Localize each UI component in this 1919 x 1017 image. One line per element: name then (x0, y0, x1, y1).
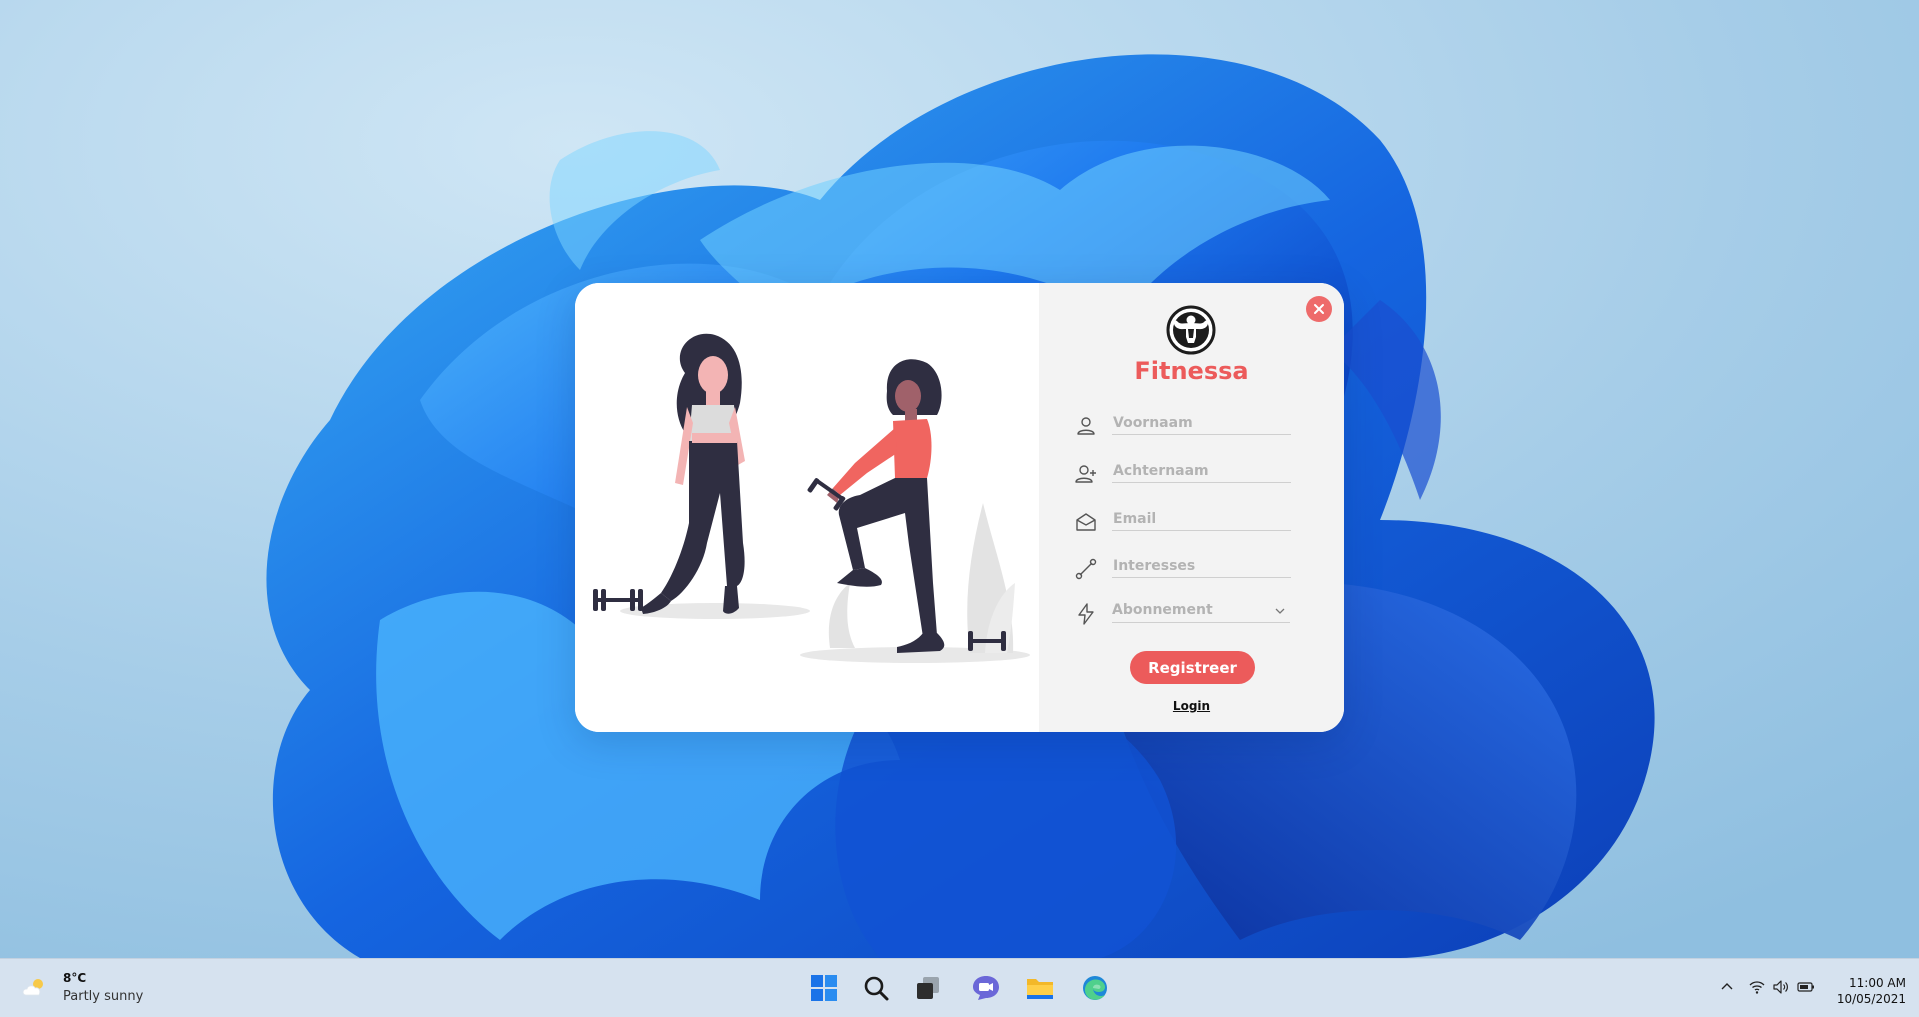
file-explorer-button[interactable] (1020, 968, 1060, 1008)
chat-icon (973, 976, 999, 1000)
first-name-input[interactable] (1112, 412, 1291, 435)
search-icon (864, 976, 889, 1001)
clock-date: 10/05/2021 (1836, 992, 1906, 1006)
close-button[interactable] (1306, 296, 1332, 322)
start-button[interactable] (804, 968, 844, 1008)
battery-icon[interactable] (1797, 978, 1815, 996)
start-icon (811, 975, 837, 1001)
user-plus-icon (1075, 465, 1096, 483)
email-input[interactable] (1112, 508, 1291, 531)
taskbar: 8°C Partly sunny 11:00 AM 10/05/2021 (0, 958, 1919, 1017)
envelope-icon (1076, 513, 1096, 531)
close-icon (1314, 304, 1324, 314)
clock-time: 11:00 AM (1849, 976, 1906, 990)
file-explorer-icon (1027, 979, 1053, 999)
task-view-button[interactable] (908, 968, 948, 1008)
system-clock[interactable]: 11:00 AM 10/05/2021 (1814, 975, 1906, 1007)
weather-condition: Partly sunny (63, 989, 144, 1004)
login-link[interactable]: Login (1039, 699, 1344, 713)
brand-title: Fitnessa (1134, 357, 1249, 385)
subscription-select[interactable]: Abonnement (1074, 600, 1304, 630)
registration-dialog: Fitnessa Voornaam Achternaam Email Inter… (575, 283, 1344, 732)
last-name-input[interactable] (1112, 460, 1291, 483)
subscription-underline (1112, 622, 1290, 623)
interests-field (1074, 555, 1304, 585)
volume-icon[interactable] (1772, 978, 1790, 996)
chevron-down-icon (1275, 608, 1285, 614)
bodybuilder-logo-icon (1166, 305, 1216, 355)
weather-widget[interactable]: 8°C Partly sunny (22, 969, 162, 1009)
last-name-field (1074, 460, 1304, 490)
weather-temperature: 8°C (63, 971, 87, 985)
interests-input[interactable] (1112, 555, 1291, 578)
first-name-field (1074, 412, 1304, 442)
edge-button[interactable] (1075, 968, 1115, 1008)
fitness-illustration (575, 283, 1039, 732)
register-button[interactable]: Registreer (1130, 651, 1255, 684)
email-field (1074, 508, 1304, 538)
lightning-icon (1078, 603, 1094, 625)
chevron-up-icon[interactable] (1718, 978, 1736, 996)
wifi-icon[interactable] (1748, 978, 1766, 996)
task-view-icon (917, 977, 939, 999)
user-icon (1077, 417, 1095, 435)
chat-button[interactable] (966, 968, 1006, 1008)
edge-icon (1083, 976, 1107, 1000)
search-button[interactable] (856, 968, 896, 1008)
partly-sunny-icon (22, 979, 43, 996)
dumbbell-icon (1075, 558, 1097, 580)
subscription-value: Abonnement (1112, 602, 1213, 618)
